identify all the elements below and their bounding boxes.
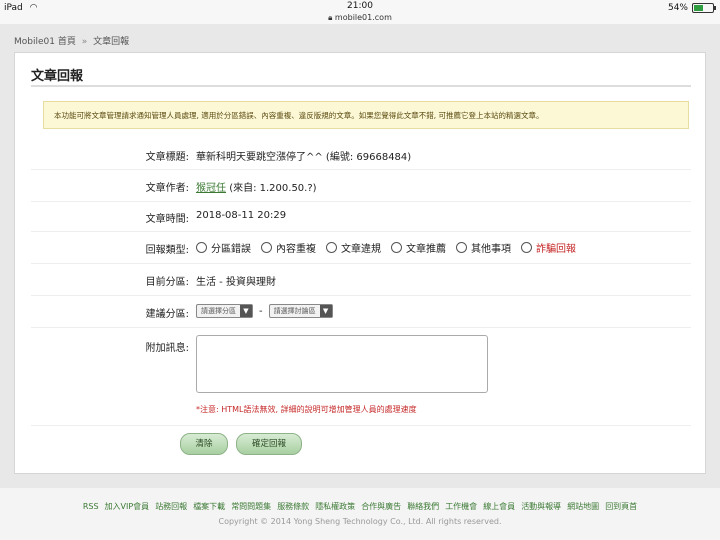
row-report-type: 回報類型: 分區錯誤 內容重複 文章違規 文章推薦 其他事項 詐騙回報 <box>31 231 691 264</box>
footer-link[interactable]: 活動與報導 <box>521 502 561 511</box>
breadcrumb-home-link[interactable]: Mobile01 首頁 <box>14 37 76 47</box>
title-divider <box>31 85 691 87</box>
footer-link[interactable]: 加入VIP會員 <box>105 502 150 511</box>
suggest-label: 建議分區: <box>145 309 189 320</box>
dropdown-arrow-icon: ▼ <box>319 305 332 317</box>
radio-section-error[interactable]: 分區錯誤 <box>196 240 251 255</box>
forum-select-value: 請選擇討論區 <box>273 307 316 315</box>
clock: 21:00 <box>347 1 373 11</box>
dropdown-arrow-icon: ▼ <box>240 305 252 317</box>
article-title-label: 文章標題: <box>145 152 189 163</box>
footer-link[interactable]: 常問問題集 <box>231 502 271 511</box>
radio-label: 分區錯誤 <box>211 244 251 255</box>
report-type-label: 回報類型: <box>145 245 189 256</box>
breadcrumb-separator: » <box>81 37 88 47</box>
radio-fraud[interactable]: 詐騙回報 <box>521 240 576 255</box>
copyright: Copyright © 2014 Yong Sheng Technology C… <box>218 517 502 526</box>
page-title: 文章回報 <box>31 69 84 84</box>
breadcrumb-current: 文章回報 <box>93 37 130 47</box>
footer-link[interactable]: 合作與廣告 <box>361 502 401 511</box>
clear-button[interactable]: 清除 <box>180 433 228 455</box>
row-author: 文章作者: 猴冠任 (來自: 1.200.50.?) <box>31 169 691 202</box>
radio-circle-icon[interactable] <box>196 242 207 253</box>
footer-link[interactable]: 檔案下載 <box>193 502 225 511</box>
author-label: 文章作者: <box>145 183 189 194</box>
radio-circle-icon[interactable] <box>521 242 532 253</box>
row-time: 文章時間: 2018-08-11 20:29 <box>31 201 691 232</box>
footer-link[interactable]: 回到頁首 <box>605 502 637 511</box>
category-select[interactable]: 請選擇分區 ▼ <box>196 304 253 318</box>
row-suggest-section: 建議分區: 請選擇分區 ▼ - 請選擇討論區 ▼ <box>31 295 691 328</box>
suggest-controls: 請選擇分區 ▼ - 請選擇討論區 ▼ <box>196 304 333 318</box>
select-dash: - <box>259 305 263 317</box>
radio-duplicate[interactable]: 內容重複 <box>261 240 316 255</box>
footer-link[interactable]: 工作機會 <box>445 502 477 511</box>
battery-percent: 54% <box>667 3 688 13</box>
forum-select[interactable]: 請選擇討論區 ▼ <box>268 304 333 318</box>
row-current-section: 目前分區: 生活 - 投資與理財 <box>31 263 691 296</box>
current-section-label: 目前分區: <box>145 277 189 288</box>
footer-link[interactable]: 線上會員 <box>483 502 515 511</box>
footer: RSS 加入VIP會員 站務回報 檔案下載 常問問題集 服務條款 隱私權政策 合作與廣告 聯絡我… <box>0 488 720 540</box>
row-message: 附加訊息: *注意: HTML語法無效, 詳細的說明可增加管理人員的處理速度 <box>31 327 691 426</box>
time-label: 文章時間: <box>145 214 189 225</box>
breadcrumb: Mobile01 首頁 » 文章回報 <box>14 34 129 47</box>
message-label: 附加訊息: <box>145 343 189 354</box>
radio-recommend[interactable]: 文章推薦 <box>391 240 446 255</box>
report-panel: 文章回報 本功能可將文章管理請求通知管理人員處理, 適用於分區錯誤、內容重複、違… <box>14 52 706 474</box>
radio-label: 詐騙回報 <box>536 244 576 255</box>
current-section-value: 生活 - 投資與理財 <box>196 277 276 288</box>
radio-label: 內容重複 <box>276 244 316 255</box>
battery-indicator: 54% <box>667 3 716 13</box>
address-bar[interactable]: 🔒︎ mobile01.com <box>0 13 720 23</box>
radio-circle-icon[interactable] <box>261 242 272 253</box>
row-article-title: 文章標題: 華新科明天要跳空漲停了^^ (編號: 69668484) <box>31 139 691 170</box>
footer-link[interactable]: 服務條款 <box>277 502 309 511</box>
author-ip: (來自: 1.200.50.?) <box>229 183 317 194</box>
footer-link[interactable]: RSS <box>83 502 99 511</box>
url-text: mobile01.com <box>334 13 392 22</box>
footer-link[interactable]: 站務回報 <box>155 502 187 511</box>
submit-report-button[interactable]: 確定回報 <box>236 433 302 455</box>
battery-icon <box>692 3 716 13</box>
footer-link[interactable]: 網站地圖 <box>567 502 599 511</box>
html-warning: *注意: HTML語法無效, 詳細的說明可增加管理人員的處理速度 <box>196 405 417 414</box>
radio-other[interactable]: 其他事項 <box>456 240 511 255</box>
notice-banner: 本功能可將文章管理請求通知管理人員處理, 適用於分區錯誤、內容重複、違反版規的文… <box>43 101 689 129</box>
radio-label: 文章推薦 <box>406 244 446 255</box>
radio-circle-icon[interactable] <box>391 242 402 253</box>
article-title-value: 華新科明天要跳空漲停了^^ (編號: 69668484) <box>196 152 412 163</box>
time-value: 2018-08-11 20:29 <box>196 210 287 221</box>
author-value: 猴冠任 (來自: 1.200.50.?) <box>196 179 317 194</box>
category-select-value: 請選擇分區 <box>201 307 236 315</box>
author-link[interactable]: 猴冠任 <box>196 183 226 194</box>
footer-links: RSS 加入VIP會員 站務回報 檔案下載 常問問題集 服務條款 隱私權政策 合作與廣告 聯絡我… <box>0 501 720 512</box>
radio-circle-icon[interactable] <box>456 242 467 253</box>
lock-icon: 🔒︎ <box>328 13 333 22</box>
radio-violation[interactable]: 文章違規 <box>326 240 381 255</box>
radio-label: 其他事項 <box>471 244 511 255</box>
message-textarea[interactable] <box>196 335 488 393</box>
radio-circle-icon[interactable] <box>326 242 337 253</box>
footer-link[interactable]: 隱私權政策 <box>315 502 355 511</box>
footer-link[interactable]: 聯絡我們 <box>407 502 439 511</box>
radio-label: 文章違規 <box>341 244 381 255</box>
status-bar: iPad ◠ 21:00 🔒︎ mobile01.com 54% <box>0 0 720 24</box>
report-type-options: 分區錯誤 內容重複 文章違規 文章推薦 其他事項 詐騙回報 <box>196 240 576 255</box>
